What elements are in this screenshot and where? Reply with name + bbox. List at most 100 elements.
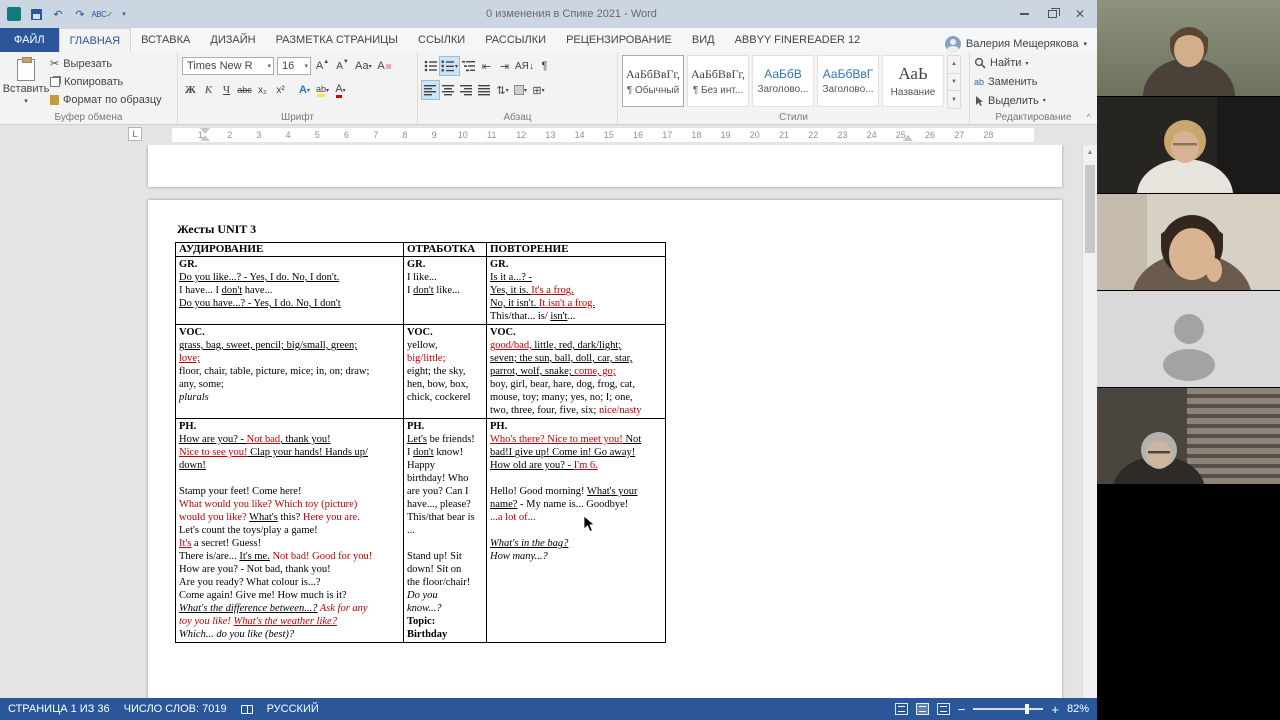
ruler-number: 20 (749, 130, 760, 140)
participant-video-2[interactable] (1097, 97, 1280, 193)
change-case-button[interactable]: Аа ▾ (354, 57, 373, 75)
tab-рецензирование[interactable]: РЕЦЕНЗИРОВАНИЕ (556, 28, 682, 52)
align-left-button[interactable] (421, 80, 440, 100)
grow-font-button[interactable]: А ▲ (314, 57, 331, 75)
minimize-button[interactable] (1011, 4, 1037, 24)
style-gallery-more-icon[interactable]: ▼ (948, 91, 960, 108)
cut-button[interactable]: ✂ Вырезать (48, 55, 164, 72)
undo-icon[interactable]: ↶ (50, 6, 66, 22)
align-center-button[interactable] (440, 81, 457, 99)
tab-дизайн[interactable]: ДИЗАЙН (200, 28, 265, 52)
align-right-button[interactable] (458, 81, 475, 99)
ruler-number: 7 (373, 130, 379, 140)
show-formatting-marks-button[interactable]: ¶ (536, 57, 553, 75)
redo-icon[interactable]: ↷ (72, 6, 88, 22)
zoom-level[interactable]: 82% (1067, 703, 1089, 715)
sort-button[interactable]: АЯ↓ (514, 57, 535, 75)
numbered-list-button[interactable]: ▾ (438, 56, 461, 76)
underline-button[interactable]: Ч (218, 81, 235, 99)
close-button[interactable]: ✕ (1067, 4, 1093, 24)
clear-formatting-button[interactable]: А (376, 57, 393, 75)
web-layout-icon[interactable] (936, 703, 950, 715)
paragraph (490, 524, 662, 537)
text-effects-button[interactable]: А ▾ (296, 81, 313, 99)
account-menu[interactable]: Валерия Мещерякова ▾ (935, 36, 1097, 52)
style-gallery-down-icon[interactable]: ▼ (948, 74, 960, 92)
borders-button[interactable]: ⊞ ▾ (530, 81, 547, 99)
page-2[interactable]: Жесты UNIT 3 АУДИРОВАНИЕ ОТРАБОТКА ПОВТОРЕ… (148, 200, 1062, 698)
paragraph: love; (179, 353, 200, 364)
copy-button[interactable]: Копировать (48, 73, 164, 90)
ruler-number: 8 (402, 130, 408, 140)
tab-selector[interactable]: L (128, 127, 142, 141)
bullet-list-button[interactable] (422, 57, 439, 75)
scrollbar-thumb[interactable] (1085, 165, 1095, 253)
format-painter-button[interactable]: Формат по образцу (48, 92, 164, 109)
increase-indent-button[interactable]: ⇥ (496, 57, 513, 75)
zoom-in-icon[interactable]: + (1051, 702, 1059, 717)
tab-вид[interactable]: ВИД (682, 28, 725, 52)
video-call-panel (1097, 0, 1280, 720)
font-family-select[interactable]: Times New R ▾ (182, 57, 274, 75)
group-clipboard: Вставить ▾ ✂ Вырезать Копировать Формат п… (0, 52, 178, 124)
line-spacing-button[interactable]: ⇅ ▾ (494, 81, 511, 99)
page-indicator[interactable]: СТРАНИЦА 1 ИЗ 36 (8, 703, 110, 715)
font-color-button[interactable]: А ▾ (332, 81, 349, 99)
replace-button[interactable]: ab Заменить (974, 74, 1046, 91)
page-1-bottom[interactable] (148, 145, 1062, 187)
find-button[interactable]: Найти ▾ (974, 55, 1046, 72)
justify-button[interactable] (476, 81, 493, 99)
restore-button[interactable] (1039, 4, 1065, 24)
horizontal-ruler[interactable]: L 1 2 3 4 5 6 7 8 9 10 11 12 13 14 15 16 17 18 19 20 21 22 23 2… (0, 125, 1097, 145)
paragraph: are you? Can I (407, 486, 469, 497)
paste-button[interactable]: Вставить ▾ (3, 55, 49, 109)
style-item[interactable]: АаБбВ Заголово... (752, 55, 814, 107)
shrink-font-button[interactable]: А ▼ (334, 57, 351, 75)
superscript-button[interactable]: x² (272, 81, 289, 99)
bold-button[interactable]: Ж (182, 81, 199, 99)
read-mode-icon[interactable] (894, 703, 908, 715)
select-button[interactable]: Выделить ▾ (974, 92, 1046, 109)
tab-разметка-страницы[interactable]: РАЗМЕТКА СТРАНИЦЫ (266, 28, 408, 52)
style-gallery-up-icon[interactable]: ▲ (948, 56, 960, 74)
font-size-select[interactable]: 16 ▾ (277, 57, 311, 75)
tab-рассылки[interactable]: РАССЫЛКИ (475, 28, 556, 52)
participant-avatar-placeholder[interactable] (1097, 291, 1280, 387)
scroll-up-icon[interactable]: ▲ (1083, 145, 1097, 160)
tab-abbyy-finereader-12[interactable]: ABBYY FineReader 12 (725, 28, 871, 52)
style-item[interactable]: АаБбВвГг, ¶ Без инт... (687, 55, 749, 107)
collapse-ribbon-icon[interactable]: ^ (1087, 112, 1091, 122)
tab-вставка[interactable]: ВСТАВКА (131, 28, 200, 52)
hanging-indent-marker[interactable] (200, 135, 210, 141)
participant-video-5[interactable] (1097, 388, 1280, 484)
tab-главная[interactable]: ГЛАВНАЯ (58, 28, 132, 52)
shading-button[interactable]: ▾ (512, 81, 529, 99)
word-count[interactable]: ЧИСЛО СЛОВ: 7019 (124, 703, 227, 715)
strikethrough-button[interactable]: abc (236, 81, 253, 99)
proofing-icon[interactable] (240, 704, 253, 714)
customize-quick-access-icon[interactable]: ▾ (116, 6, 132, 22)
style-item[interactable]: АаБбВвГ Заголово... (817, 55, 879, 107)
tab-ссылки[interactable]: ССЫЛКИ (408, 28, 475, 52)
zoom-slider[interactable] (973, 704, 1044, 714)
participant-video-1[interactable] (1097, 0, 1280, 96)
first-line-indent-marker[interactable] (200, 128, 210, 134)
vertical-scrollbar[interactable]: ▲ (1082, 145, 1097, 698)
language-indicator[interactable]: РУССКИЙ (267, 703, 319, 715)
screen: ↶ ↷ ABC ✓ ▾ 0 изменения в Спике 2021 - Wo… (0, 0, 1280, 720)
decrease-indent-button[interactable]: ⇤ (478, 57, 495, 75)
style-item[interactable]: АаЬ Название (882, 55, 944, 107)
participant-video-3[interactable] (1097, 194, 1280, 290)
highlight-color-button[interactable]: ab ▾ (314, 81, 331, 99)
tab-file[interactable]: ФАЙЛ (0, 28, 59, 52)
zoom-out-icon[interactable]: − (958, 702, 966, 717)
italic-button[interactable]: К (200, 81, 217, 99)
save-icon[interactable] (28, 6, 44, 22)
style-item[interactable]: АаБбВвГг, ¶ Обычный (622, 55, 684, 107)
subscript-button[interactable]: x₂ (254, 81, 271, 99)
right-indent-marker[interactable] (903, 135, 913, 141)
print-layout-icon[interactable] (915, 703, 929, 715)
spellcheck-icon[interactable]: ABC ✓ (91, 6, 113, 22)
zoom-slider-thumb[interactable] (1025, 704, 1030, 714)
multilevel-list-button[interactable] (460, 57, 477, 75)
